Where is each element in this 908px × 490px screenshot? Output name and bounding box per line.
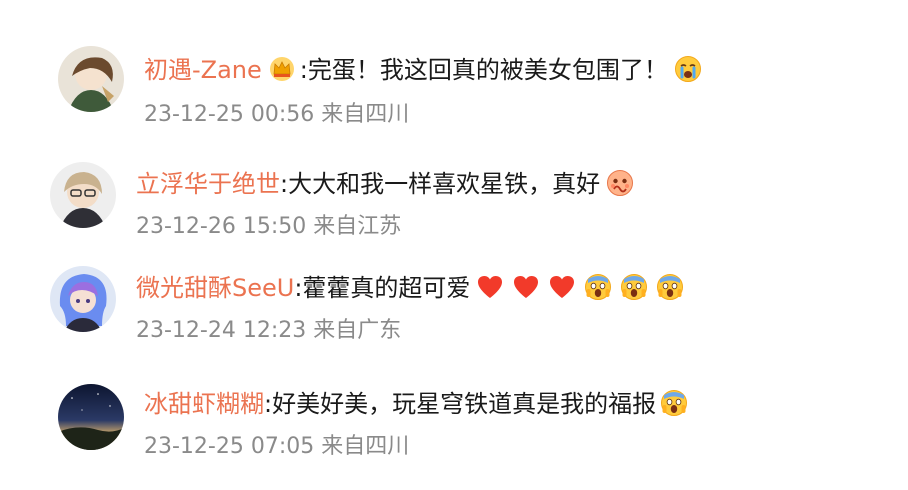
location: 来自广东 xyxy=(313,318,402,343)
username[interactable]: 初遇-Zane xyxy=(144,56,262,84)
location: 来自四川 xyxy=(321,434,410,459)
username[interactable]: 冰甜虾糊糊 xyxy=(144,390,264,418)
username[interactable]: 微光甜酥SeeU xyxy=(136,274,294,302)
comment-item: 初遇-Zane :完蛋！我这回真的被美女包围了！ 23-12-25 00:56 来… xyxy=(0,38,908,148)
comment-item: 立浮华于绝世:大大和我一样喜欢星铁，真好 23-12-26 15:50 来自江苏 xyxy=(0,148,908,258)
location: 来自江苏 xyxy=(313,214,402,239)
avatar[interactable] xyxy=(50,266,116,332)
crying-face-icon xyxy=(673,55,702,83)
heart-icon xyxy=(550,276,575,298)
screaming-face-icon xyxy=(621,274,648,300)
heart-icon xyxy=(514,276,539,298)
screaming-face-icon xyxy=(657,274,684,300)
comment-text: :好美好美，玩星穹铁道真是我的福报 xyxy=(264,390,657,418)
crown-badge-icon xyxy=(269,56,295,82)
comment-text: :完蛋！我这回真的被美女包围了！ xyxy=(299,56,668,84)
heart-icon xyxy=(478,276,503,298)
timestamp: 23-12-24 12:23 xyxy=(136,318,307,343)
screaming-face-icon xyxy=(661,390,688,416)
screaming-face-icon xyxy=(585,274,612,300)
blushing-face-icon xyxy=(606,169,634,197)
location: 来自四川 xyxy=(321,102,410,127)
timestamp: 23-12-26 15:50 xyxy=(136,214,307,239)
timestamp: 23-12-25 00:56 xyxy=(144,102,315,127)
comment-item: 微光甜酥SeeU:藿藿真的超可爱 23-12-24 12:23 来自广东 xyxy=(0,254,908,364)
comment-text: :大大和我一样喜欢星铁，真好 xyxy=(280,170,601,198)
avatar[interactable] xyxy=(50,162,116,228)
comment-item: 冰甜虾糊糊:好美好美，玩星穹铁道真是我的福报 23-12-25 07:05 来自… xyxy=(0,370,908,480)
comment-text: :藿藿真的超可爱 xyxy=(294,274,471,302)
timestamp: 23-12-25 07:05 xyxy=(144,434,315,459)
avatar[interactable] xyxy=(58,384,124,450)
avatar[interactable] xyxy=(58,46,124,112)
username[interactable]: 立浮华于绝世 xyxy=(136,170,280,198)
